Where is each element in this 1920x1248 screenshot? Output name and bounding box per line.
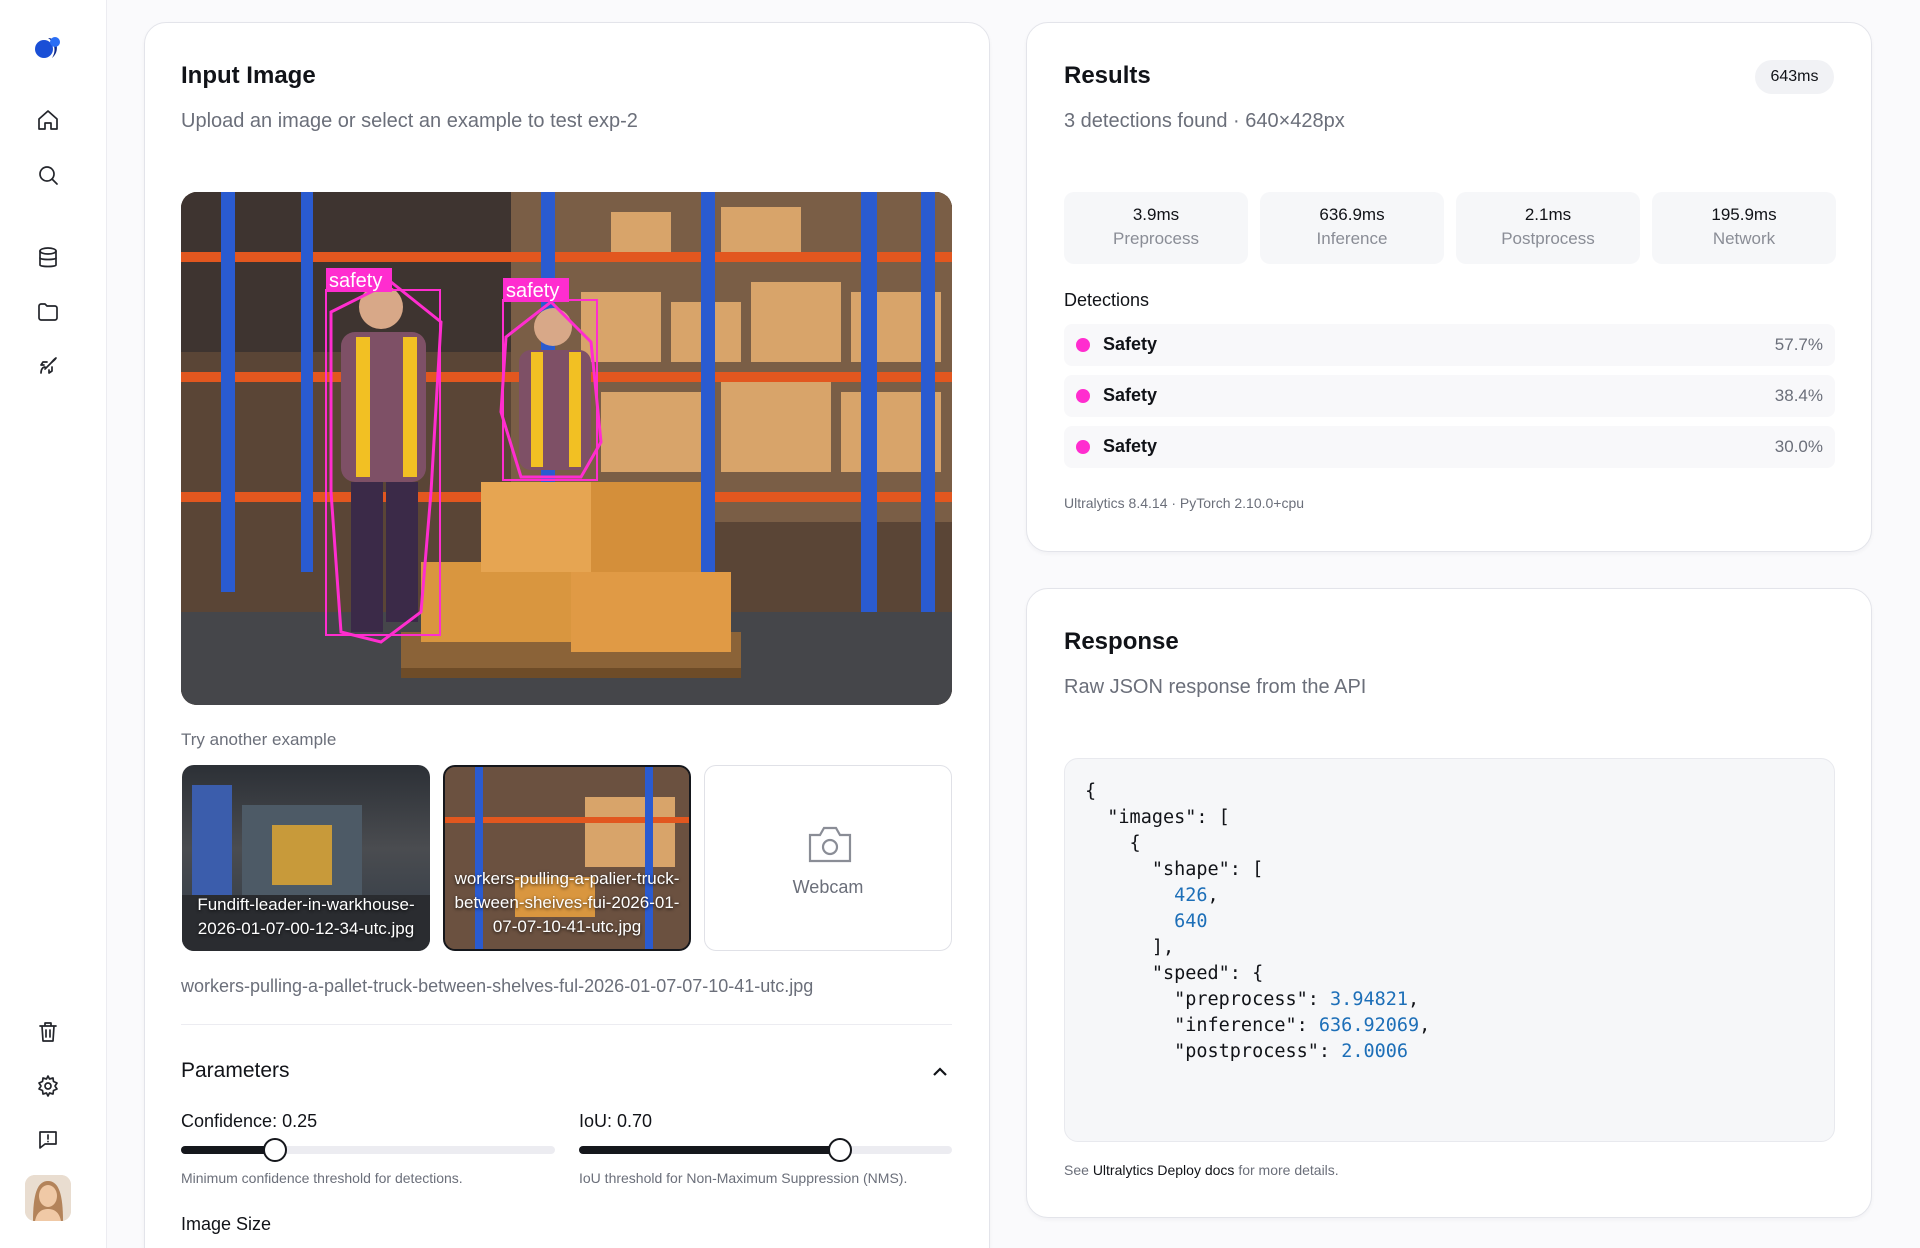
docs-link[interactable]: Ultralytics Deploy docs <box>1093 1162 1235 1178</box>
metric-value: 195.9ms <box>1711 205 1777 224</box>
detection-name: Safety <box>1103 385 1158 405</box>
results-title: Results <box>1064 62 1151 89</box>
feedback-icon[interactable] <box>30 1122 66 1158</box>
chevron-up-icon[interactable] <box>930 1062 950 1082</box>
iou-slider[interactable] <box>579 1138 952 1162</box>
detection-confidence: 30.0% <box>1774 437 1823 456</box>
detection-confidence: 38.4% <box>1774 386 1823 405</box>
metric-postprocess: 2.1ms Postprocess <box>1456 192 1640 264</box>
search-icon[interactable] <box>30 157 66 193</box>
iou-slider-fill <box>579 1146 841 1154</box>
folder-icon[interactable] <box>30 294 66 330</box>
divider <box>181 1024 952 1025</box>
ultralytics-logo[interactable] <box>30 30 66 66</box>
json-code-block[interactable]: { "images": [ { "shape": [ 426, 640 ], "… <box>1064 758 1835 1142</box>
code-line: "postprocess": 2.0006 <box>1085 1041 1409 1062</box>
detection-row[interactable]: Safety 38.4% <box>1064 375 1835 417</box>
detection-row[interactable]: Safety 30.0% <box>1064 426 1835 468</box>
example-thumbnail-1[interactable]: Fundift-leader-in-warkhouse-2026-01-07-0… <box>182 765 430 951</box>
latency-badge: 643ms <box>1755 60 1834 94</box>
confidence-label: Confidence: 0.25 <box>181 1111 318 1131</box>
examples-label: Try another example <box>181 730 337 749</box>
example-caption-1: Fundift-leader-in-warkhouse-2026-01-07-0… <box>197 895 415 938</box>
input-image[interactable]: safety safety <box>181 192 952 705</box>
docs-footer-suffix: for more details. <box>1238 1162 1339 1178</box>
warehouse-scene: safety safety <box>181 192 952 705</box>
webcam-button[interactable]: Webcam <box>704 765 952 951</box>
camera-icon <box>808 826 852 863</box>
metric-network: 195.9ms Network <box>1652 192 1836 264</box>
detection-color-dot <box>1076 440 1090 454</box>
code-line: 426, <box>1174 885 1219 906</box>
database-icon[interactable] <box>30 240 66 276</box>
image-size-label: Image Size <box>181 1214 272 1234</box>
input-card-title: Input Image <box>181 62 316 89</box>
detection-color-dot <box>1076 338 1090 352</box>
metric-value: 3.9ms <box>1132 205 1180 224</box>
code-line: 640 <box>1174 911 1208 932</box>
code-line: { <box>1085 833 1141 854</box>
detection-name: Safety <box>1103 436 1158 456</box>
detection-color-dot <box>1076 389 1090 403</box>
response-subtitle: Raw JSON response from the API <box>1064 676 1367 698</box>
docs-footer: See Ultralytics Deploy docs for more det… <box>1064 1162 1339 1178</box>
gear-icon[interactable] <box>30 1068 66 1104</box>
detection-row[interactable]: Safety 57.7% <box>1064 324 1835 366</box>
results-card <box>1026 22 1872 552</box>
code-line: "inference": 636.92069, <box>1085 1015 1431 1036</box>
metric-label: Network <box>1712 229 1776 248</box>
detections-title: Detections <box>1064 290 1150 310</box>
example-thumbnail-2[interactable]: workers-pulling-a-palier-truck-between-s… <box>443 765 691 951</box>
detection-label-1: safety <box>329 270 382 292</box>
code-line: "shape": [ <box>1085 859 1264 880</box>
code-line: "preprocess": 3.94821, <box>1085 989 1420 1010</box>
selected-filename: workers-pulling-a-pallet-truck-between-s… <box>181 976 814 996</box>
metric-value: 636.9ms <box>1319 205 1385 224</box>
example-caption-2: workers-pulling-a-palier-truck-between-s… <box>454 869 680 936</box>
results-subtitle: 3 detections found · 640×428px <box>1064 110 1345 132</box>
trash-icon[interactable] <box>30 1014 66 1050</box>
webcam-label: Webcam <box>792 877 864 897</box>
code-line: ], <box>1085 937 1175 958</box>
sidebar <box>0 0 107 1248</box>
code-line: "images": [ <box>1085 807 1230 828</box>
confidence-slider-fill <box>181 1146 275 1154</box>
iou-slider-thumb[interactable] <box>828 1138 853 1162</box>
iou-label: IoU: 0.70 <box>579 1111 653 1131</box>
docs-footer-prefix: See <box>1064 1162 1089 1178</box>
metric-label: Inference <box>1316 229 1388 248</box>
detection-confidence: 57.7% <box>1774 335 1823 354</box>
home-icon[interactable] <box>30 102 66 138</box>
response-title: Response <box>1064 628 1179 655</box>
metric-preprocess: 3.9ms Preprocess <box>1064 192 1248 264</box>
iou-help: IoU threshold for Non-Maximum Suppressio… <box>579 1170 908 1186</box>
metric-value: 2.1ms <box>1524 205 1572 224</box>
avatar[interactable] <box>25 1175 71 1221</box>
metric-label: Preprocess <box>1113 229 1199 248</box>
code-line: "speed": { <box>1085 963 1264 984</box>
parameters-title: Parameters <box>181 1059 290 1082</box>
detection-name: Safety <box>1103 334 1158 354</box>
confidence-slider[interactable] <box>181 1138 555 1162</box>
rocket-icon[interactable] <box>30 348 66 384</box>
code-line: { <box>1085 781 1097 802</box>
input-card-subtitle: Upload an image or select an example to … <box>181 110 638 132</box>
detection-label-2: safety <box>506 280 559 302</box>
metric-label: Postprocess <box>1501 229 1595 248</box>
confidence-help: Minimum confidence threshold for detecti… <box>181 1170 463 1186</box>
metric-inference: 636.9ms Inference <box>1260 192 1444 264</box>
confidence-slider-thumb[interactable] <box>262 1138 287 1162</box>
version-info: Ultralytics 8.4.14 · PyTorch 2.10.0+cpu <box>1064 495 1305 511</box>
